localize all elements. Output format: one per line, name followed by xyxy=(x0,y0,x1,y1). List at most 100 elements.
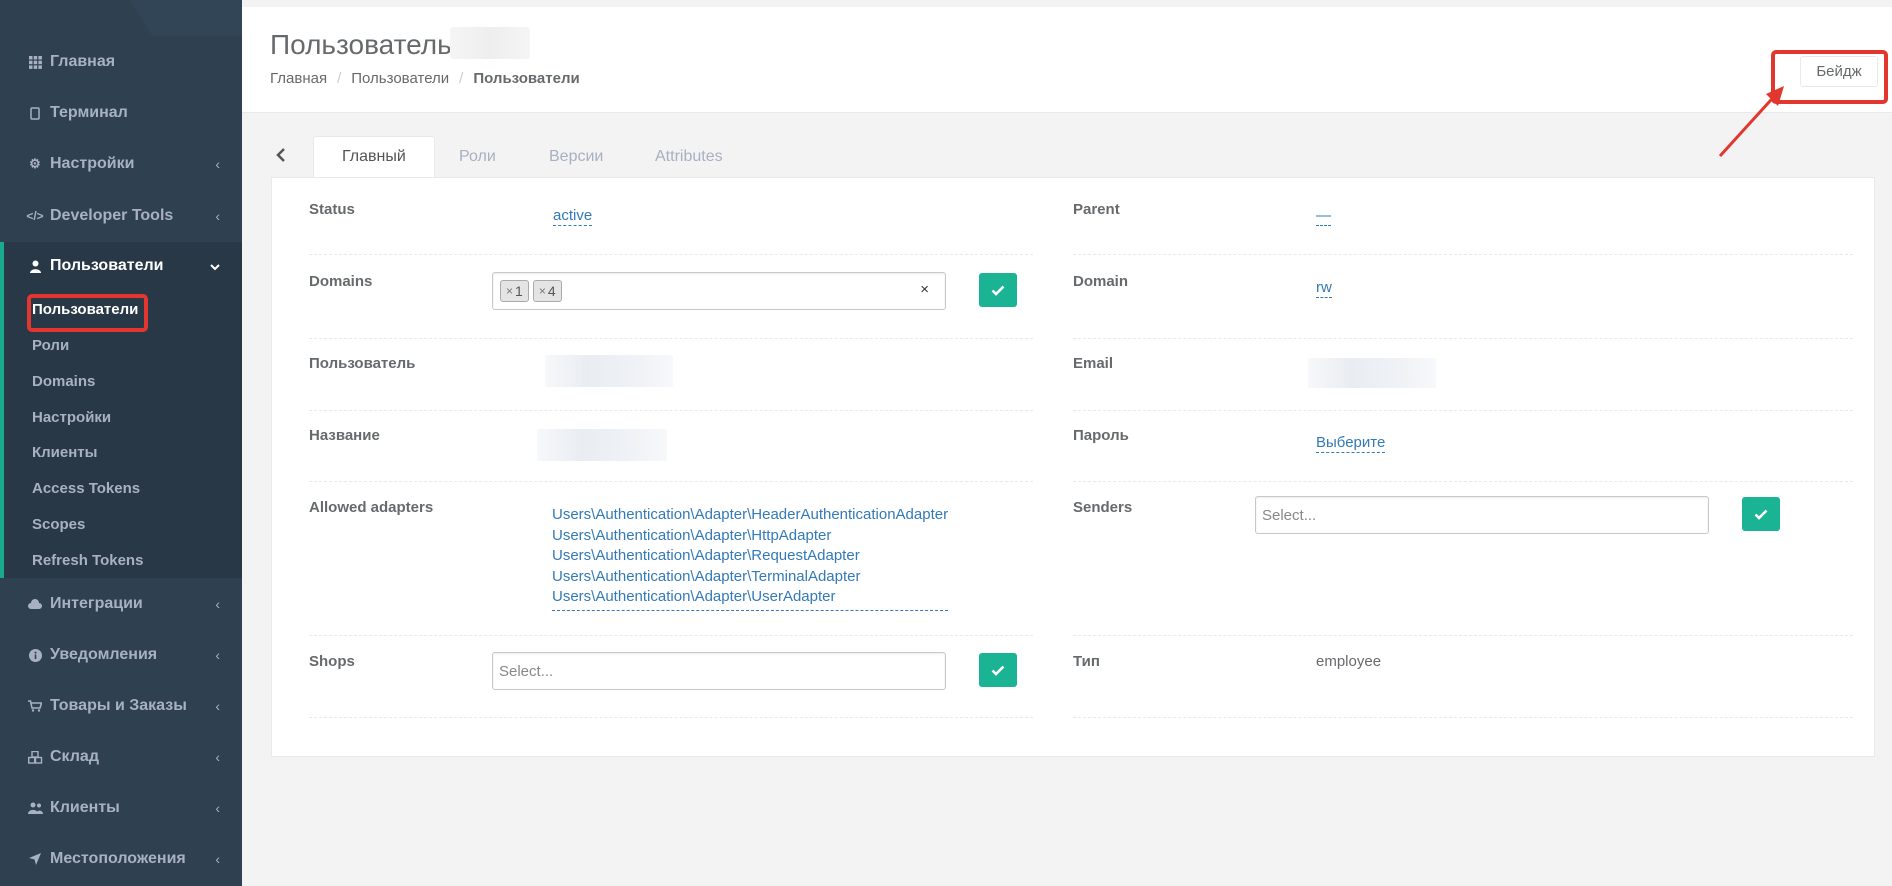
shops-select[interactable]: Select... xyxy=(492,652,946,690)
sidebar-item-label: Терминал xyxy=(50,104,128,121)
row-divider xyxy=(1073,481,1853,482)
shops-save-button[interactable] xyxy=(979,653,1017,687)
shops-placeholder: Select... xyxy=(499,662,554,680)
user-label: Пользователь xyxy=(309,355,416,372)
sidebar-item-label: Местоположения xyxy=(50,850,186,867)
row-divider xyxy=(309,717,1033,718)
chevron-left-icon: ‹ xyxy=(215,647,220,663)
tab-roles[interactable]: Роли xyxy=(431,136,524,178)
domain-chip[interactable]: × 1 xyxy=(500,280,529,302)
tabs-back-chevron-icon[interactable] xyxy=(276,148,286,167)
row-divider xyxy=(309,635,1033,636)
sidebar-item-label: Пользователи xyxy=(50,257,164,274)
domains-label: Domains xyxy=(309,273,373,290)
clear-icon[interactable]: × xyxy=(920,281,929,298)
adapter-item: Users\Authentication\Adapter\TerminalAda… xyxy=(552,567,861,585)
tab-main[interactable]: Главный xyxy=(313,136,435,178)
allowed-adapters-list[interactable]: Users\Authentication\Adapter\HeaderAuthe… xyxy=(552,505,949,611)
submenu-item-roles[interactable]: Роли xyxy=(32,337,69,354)
sidebar-item-notifications[interactable]: Уведомления ‹ xyxy=(0,629,242,681)
domains-multiselect[interactable]: × 1 × 4 × xyxy=(492,272,946,310)
sidebar-item-label: Настройки xyxy=(50,155,135,172)
domain-value[interactable]: rw xyxy=(1316,278,1332,298)
redacted-email-value xyxy=(1308,358,1436,388)
submenu-item-clients[interactable]: Клиенты xyxy=(32,444,97,461)
password-select-link[interactable]: Выберите xyxy=(1316,433,1386,453)
chevron-left-icon: ‹ xyxy=(215,749,220,765)
redacted-user-value xyxy=(545,355,673,387)
sidebar-item-label: Интеграции xyxy=(50,595,143,612)
sidebar-item-developer-tools[interactable]: </> Developer Tools ‹ xyxy=(0,190,242,242)
breadcrumb-current: Пользователи xyxy=(473,70,580,87)
senders-save-button[interactable] xyxy=(1742,497,1780,531)
redacted-username xyxy=(450,27,530,59)
row-divider xyxy=(1073,410,1853,411)
senders-select[interactable]: Select... xyxy=(1255,496,1709,534)
sidebar: Главная Терминал ⚙ Настройки ‹ </> Devel… xyxy=(0,0,242,886)
type-value: employee xyxy=(1316,653,1382,670)
adapter-item: Users\Authentication\Adapter\HeaderAuthe… xyxy=(552,506,949,523)
row-divider xyxy=(1073,254,1853,255)
sidebar-item-clients[interactable]: Клиенты ‹ xyxy=(0,782,242,834)
row-divider xyxy=(309,410,1033,411)
sidebar-item-settings[interactable]: ⚙ Настройки ‹ xyxy=(0,138,242,190)
submenu-item-refresh-tokens[interactable]: Refresh Tokens xyxy=(32,552,143,569)
sidebar-item-label: Developer Tools xyxy=(50,207,174,224)
submenu-item-domains[interactable]: Domains xyxy=(32,373,95,390)
row-divider xyxy=(1073,717,1853,718)
name-label: Название xyxy=(309,427,380,444)
domain-label: Domain xyxy=(1073,273,1129,290)
sidebar-item-label: Главная xyxy=(50,53,116,70)
code-icon: </> xyxy=(26,209,44,223)
parent-value[interactable]: — xyxy=(1316,206,1331,226)
redacted-name-value xyxy=(537,429,667,461)
chevron-left-icon: ‹ xyxy=(215,208,220,224)
check-icon xyxy=(991,285,1005,296)
chevron-left-icon: ‹ xyxy=(215,698,220,714)
sidebar-item-users[interactable]: Пользователи xyxy=(0,240,242,292)
sidebar-item-home[interactable]: Главная xyxy=(0,36,242,88)
row-divider xyxy=(1073,338,1853,339)
submenu-item-settings[interactable]: Настройки xyxy=(32,409,111,426)
user-icon xyxy=(27,260,43,273)
row-divider xyxy=(309,338,1033,339)
sidebar-item-label: Уведомления xyxy=(50,646,158,663)
sidebar-item-label: Клиенты xyxy=(50,799,120,816)
breadcrumb-home[interactable]: Главная xyxy=(270,70,327,87)
sidebar-item-locations[interactable]: Местоположения ‹ xyxy=(0,833,242,885)
status-value[interactable]: active xyxy=(553,206,593,226)
domain-chip[interactable]: × 4 xyxy=(532,280,562,302)
tab-versions[interactable]: Версии xyxy=(521,136,631,178)
row-divider xyxy=(1073,635,1853,636)
tab-attributes[interactable]: Attributes xyxy=(627,136,751,178)
chevron-left-icon: ‹ xyxy=(215,800,220,816)
sidebar-corner-decoration xyxy=(130,0,242,36)
domains-save-button[interactable] xyxy=(979,273,1017,307)
highlight-box xyxy=(27,294,148,332)
gear-icon: ⚙ xyxy=(29,156,41,171)
breadcrumb-users[interactable]: Пользователи xyxy=(351,70,449,87)
chevron-down-icon xyxy=(210,258,220,274)
top-strip xyxy=(242,0,1892,7)
sidebar-item-goods-orders[interactable]: Товары и Заказы ‹ xyxy=(0,680,242,732)
parent-label: Parent xyxy=(1073,201,1120,218)
password-label: Пароль xyxy=(1073,427,1129,444)
remove-chip-icon[interactable]: × xyxy=(539,284,546,298)
users-icon xyxy=(27,802,43,814)
submenu-item-scopes[interactable]: Scopes xyxy=(32,516,85,533)
grid-icon xyxy=(27,55,43,69)
sidebar-item-warehouse[interactable]: Склад ‹ xyxy=(0,731,242,783)
submenu-item-access-tokens[interactable]: Access Tokens xyxy=(32,480,140,497)
cubes-icon xyxy=(27,750,43,764)
allowed-adapters-label: Allowed adapters xyxy=(309,499,434,516)
info-icon xyxy=(27,648,43,662)
row-divider xyxy=(309,254,1033,255)
status-label: Status xyxy=(309,201,355,218)
breadcrumb-separator: / xyxy=(337,70,342,87)
chevron-left-icon: ‹ xyxy=(215,596,220,612)
chevron-left-icon: ‹ xyxy=(215,851,220,867)
breadcrumb-separator: / xyxy=(459,70,464,87)
sidebar-item-terminal[interactable]: Терминал xyxy=(0,87,242,139)
remove-chip-icon[interactable]: × xyxy=(506,284,513,298)
sidebar-item-integrations[interactable]: Интеграции ‹ xyxy=(0,578,242,630)
